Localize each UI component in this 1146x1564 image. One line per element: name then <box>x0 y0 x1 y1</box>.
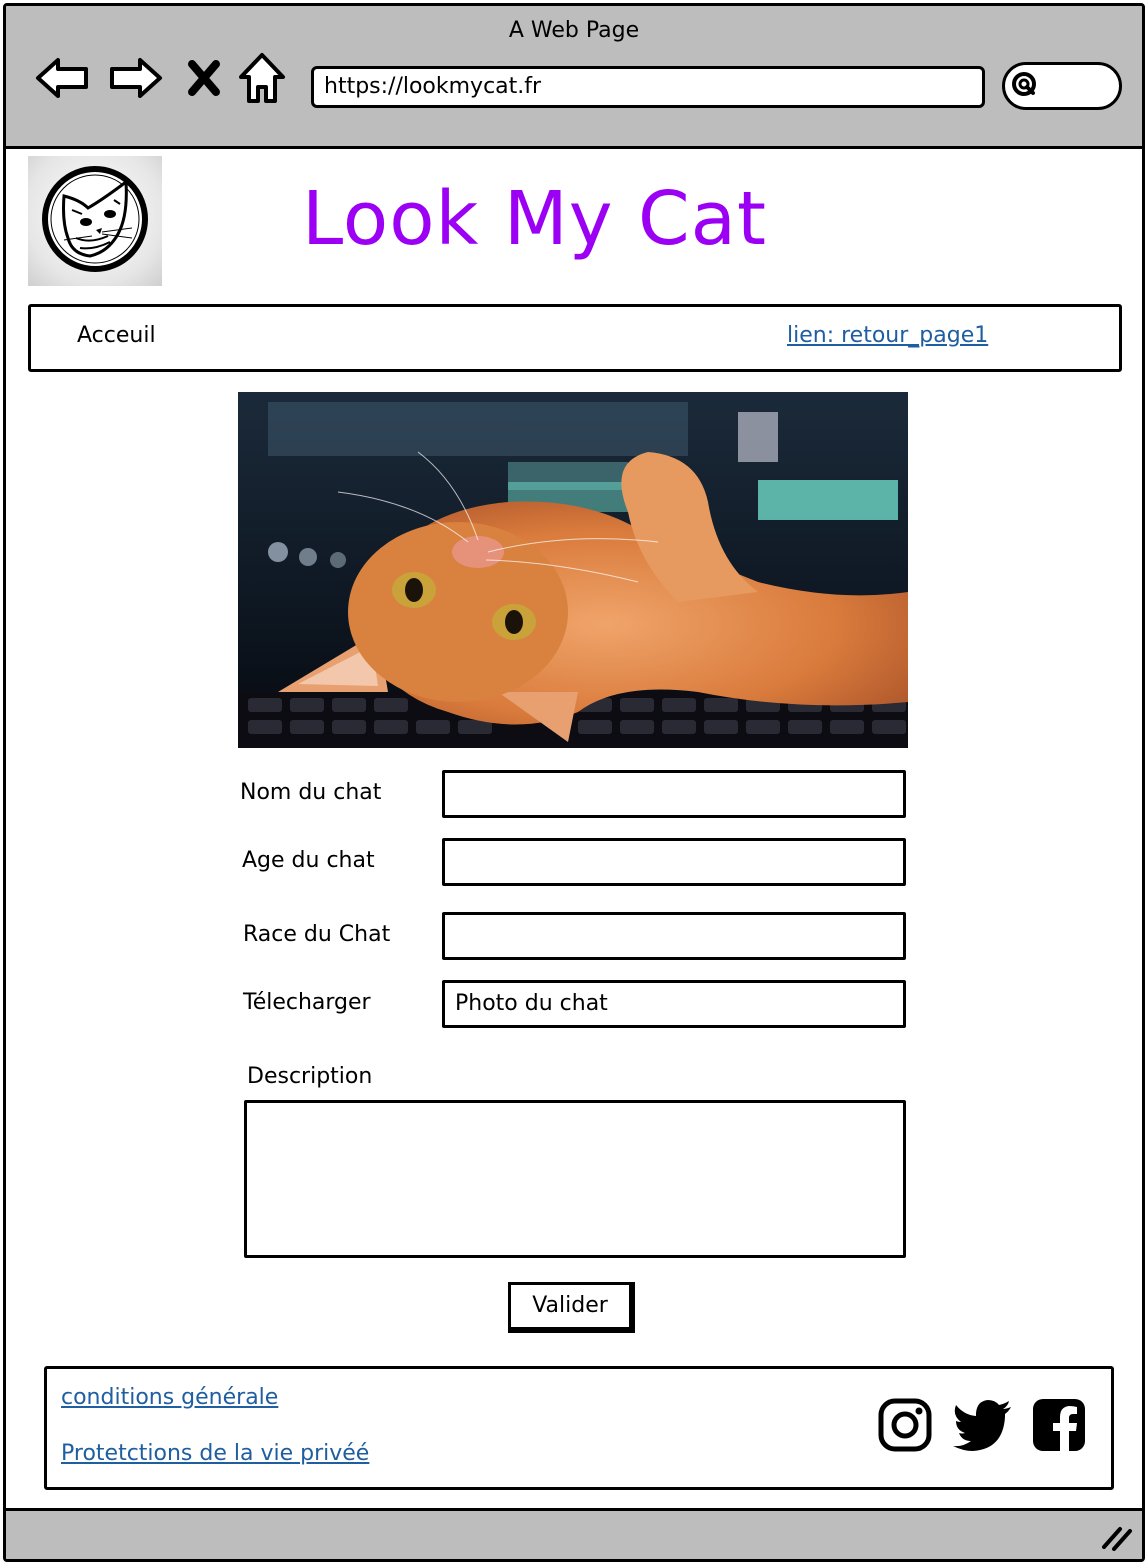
browser-status-bar <box>6 1508 1142 1559</box>
cat-head-logo <box>42 166 148 272</box>
label-cat-breed: Race du Chat <box>243 922 391 947</box>
instagram-icon[interactable] <box>875 1395 935 1455</box>
window-title: A Web Page <box>508 18 640 43</box>
browser-search-field[interactable] <box>1002 62 1122 110</box>
facebook-icon[interactable] <box>1029 1395 1089 1455</box>
cat-breed-input[interactable] <box>442 912 906 960</box>
hero-cat-image <box>238 392 908 748</box>
label-upload: Télecharger <box>243 990 371 1015</box>
cat-photo-upload-field[interactable]: Photo du chat <box>442 980 906 1028</box>
site-navbar: Acceuil lien: retour_page1 <box>28 304 1122 372</box>
cat-age-input[interactable] <box>442 838 906 886</box>
submit-button[interactable]: Valider <box>508 1282 635 1333</box>
browser-window: A Web Page https://lookmycat.fr Look My … <box>3 3 1145 1562</box>
site-logo[interactable] <box>28 156 162 286</box>
label-cat-name: Nom du chat <box>240 780 382 805</box>
back-arrow-icon[interactable] <box>32 48 92 108</box>
close-icon[interactable] <box>174 48 234 108</box>
site-footer: conditions générale Protetctions de la v… <box>44 1366 1114 1490</box>
nav-link-back-page1[interactable]: lien: retour_page1 <box>787 323 988 348</box>
cat-name-input[interactable] <box>442 770 906 818</box>
description-textarea[interactable] <box>244 1100 906 1258</box>
browser-toolbar: A Web Page https://lookmycat.fr <box>6 6 1142 149</box>
twitter-icon[interactable] <box>953 1395 1013 1455</box>
footer-link-privacy[interactable]: Protetctions de la vie privéé <box>61 1441 369 1466</box>
address-bar[interactable]: https://lookmycat.fr <box>311 66 985 108</box>
nav-item-home[interactable]: Acceuil <box>77 323 156 348</box>
label-cat-age: Age du chat <box>242 848 375 873</box>
cat-photo-upload-value: Photo du chat <box>455 991 608 1016</box>
home-icon[interactable] <box>232 48 292 108</box>
footer-link-terms[interactable]: conditions générale <box>61 1385 278 1410</box>
resize-grip-icon[interactable] <box>1100 1523 1134 1555</box>
site-title: Look My Cat <box>302 176 768 262</box>
forward-arrow-icon[interactable] <box>106 48 166 108</box>
search-icon <box>1011 71 1039 103</box>
label-description: Description <box>247 1064 373 1089</box>
